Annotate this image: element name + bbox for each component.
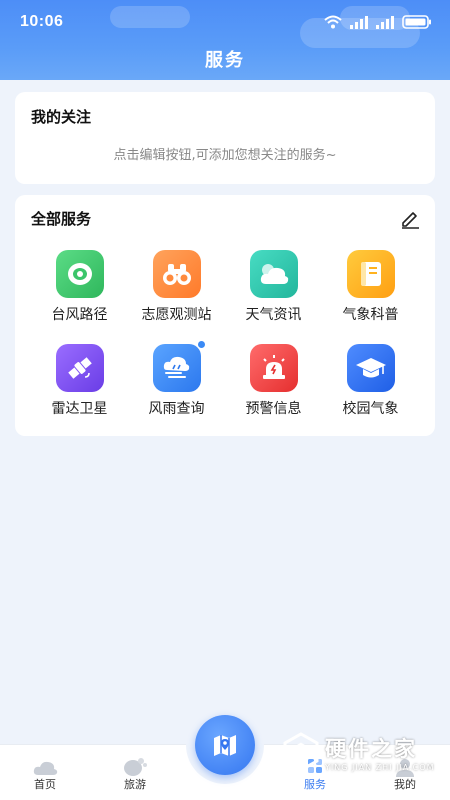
watermark-logo-icon [283, 732, 319, 772]
service-label: 风雨查询 [148, 401, 205, 417]
service-label: 校园气象 [342, 401, 399, 417]
services-grid: 台风路径 志愿观测站 天气资讯 气象科普 雷达卫星 风雨查询 预警信息 校园气象 [15, 250, 435, 418]
watermark-text: 硬件之家 [325, 736, 417, 761]
graduation-cap-icon [346, 344, 395, 392]
service-meteorology-science[interactable]: 气象科普 [322, 250, 419, 324]
battery-icon [402, 15, 431, 29]
alarm-icon [249, 344, 298, 392]
book-icon [346, 250, 395, 298]
page-title: 服务 [205, 50, 245, 71]
signal-icon [350, 15, 368, 29]
service-warning-info[interactable]: 预警信息 [225, 344, 322, 418]
nav-item-travel[interactable]: 旅游 [100, 745, 170, 800]
header-bar: 10:06 服务 [0, 0, 450, 80]
binoculars-icon [152, 250, 201, 298]
travel-icon [124, 758, 147, 776]
nav-label: 我的 [394, 778, 416, 791]
service-label: 天气资讯 [245, 307, 302, 323]
service-campus-weather[interactable]: 校园气象 [322, 344, 419, 418]
service-label: 志愿观测站 [141, 307, 212, 323]
typhoon-icon [55, 250, 104, 298]
service-label: 气象科普 [342, 307, 399, 323]
watermark: 硬件之家 YING JIAN ZHI JIA.COM [283, 728, 443, 776]
weather-cloud-icon [249, 250, 298, 298]
nav-label: 服务 [304, 778, 326, 791]
map-button[interactable] [195, 715, 255, 775]
my-focus-title: 我的关注 [31, 108, 92, 126]
service-weather-news[interactable]: 天气资讯 [225, 250, 322, 324]
service-typhoon-track[interactable]: 台风路径 [31, 250, 128, 324]
service-wind-rain-query[interactable]: 风雨查询 [128, 341, 225, 418]
status-time: 10:06 [20, 13, 64, 30]
wind-rain-icon [152, 341, 205, 392]
my-focus-card: 我的关注 点击编辑按钮,可添加您想关注的服务~ [15, 92, 435, 184]
service-volunteer-station[interactable]: 志愿观测站 [128, 250, 225, 324]
my-focus-hint: 点击编辑按钮,可添加您想关注的服务~ [113, 148, 337, 163]
home-cloud-icon [33, 761, 58, 775]
signal-icon-2 [376, 15, 394, 29]
service-label: 预警信息 [245, 401, 302, 417]
nav-item-home[interactable]: 首页 [10, 745, 80, 800]
edit-icon[interactable] [399, 207, 421, 229]
satellite-icon [55, 344, 104, 392]
service-radar-satellite[interactable]: 雷达卫星 [31, 344, 128, 418]
service-label: 雷达卫星 [51, 401, 108, 417]
all-services-card: 全部服务 台风路径 志愿观测站 天气资讯 气象科普 雷达卫星 风雨查询 预警信息… [15, 195, 435, 436]
nav-label: 首页 [34, 778, 56, 791]
watermark-subtext: YING JIAN ZHI JIA.COM [325, 762, 435, 772]
service-label: 台风路径 [51, 307, 108, 323]
map-icon [214, 735, 236, 756]
all-services-title: 全部服务 [31, 210, 92, 228]
status-bar: 10:06 [0, 0, 450, 44]
wifi-icon [324, 15, 342, 29]
nav-label: 旅游 [124, 778, 146, 791]
